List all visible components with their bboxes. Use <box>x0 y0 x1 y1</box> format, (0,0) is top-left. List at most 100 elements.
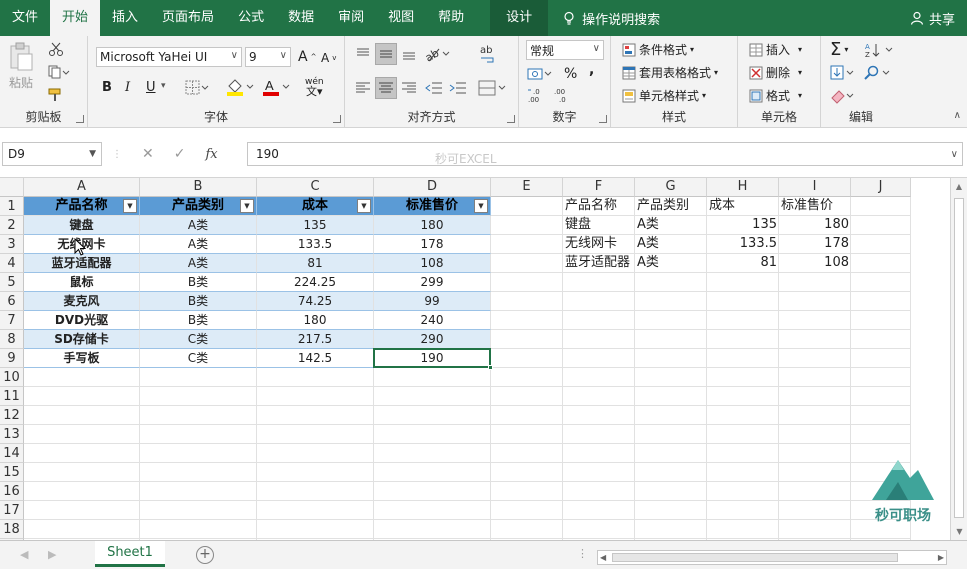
grid-cell[interactable] <box>707 368 779 387</box>
column-header-j[interactable]: J <box>851 178 911 197</box>
grid-cell[interactable] <box>635 501 707 520</box>
paste-button[interactable]: 粘贴 <box>8 42 34 91</box>
grid-cell[interactable] <box>851 216 911 235</box>
grid-cell[interactable] <box>563 368 635 387</box>
grid-cell[interactable] <box>140 520 257 539</box>
filter-dropdown-icon[interactable]: ▼ <box>123 199 137 213</box>
grid-cell[interactable] <box>563 311 635 330</box>
table-cell[interactable]: DVD光驱 <box>24 311 140 330</box>
table-cell[interactable]: 240 <box>374 311 491 330</box>
select-all-corner[interactable] <box>0 178 24 197</box>
accounting-format-icon[interactable] <box>527 66 553 82</box>
row-header-16[interactable]: 16 <box>0 482 24 501</box>
cut-icon[interactable] <box>48 42 64 56</box>
grid-cell[interactable] <box>851 387 911 406</box>
grid-cell[interactable] <box>140 368 257 387</box>
tab-help[interactable]: 帮助 <box>426 0 476 36</box>
grid-cell[interactable] <box>491 520 563 539</box>
grid-cell[interactable] <box>491 216 563 235</box>
grid-cell[interactable] <box>707 463 779 482</box>
row-header-13[interactable]: 13 <box>0 425 24 444</box>
grid-cell[interactable] <box>851 425 911 444</box>
autosum-button[interactable]: Σ ▾ <box>830 39 848 60</box>
grid-cell[interactable] <box>707 501 779 520</box>
italic-button[interactable]: I <box>125 80 130 95</box>
grid-cell[interactable] <box>491 311 563 330</box>
table-cell[interactable]: 麦克风 <box>24 292 140 311</box>
add-sheet-icon[interactable]: + <box>196 546 214 564</box>
grid-cell[interactable] <box>707 349 779 368</box>
table-cell[interactable]: 81 <box>257 254 374 273</box>
decrease-decimal-icon[interactable]: .00.0 <box>553 86 573 104</box>
grid-cell[interactable] <box>851 311 911 330</box>
table-cell[interactable]: A类 <box>140 216 257 235</box>
table-header-cell[interactable]: 产品类别 ▼ <box>140 197 257 216</box>
grid-cell[interactable] <box>635 349 707 368</box>
row-header-10[interactable]: 10 <box>0 368 24 387</box>
table-cell[interactable]: 99 <box>374 292 491 311</box>
grid-cell[interactable] <box>491 444 563 463</box>
insert-function-button[interactable]: fx <box>205 147 217 162</box>
grow-font-button[interactable]: A ^ <box>298 49 316 65</box>
align-center-button[interactable] <box>375 77 397 99</box>
grid-cell[interactable] <box>24 444 140 463</box>
format-cells-button[interactable]: 格式 ▾ <box>749 87 802 104</box>
grid-cell[interactable] <box>779 368 851 387</box>
align-right-icon[interactable] <box>401 81 417 95</box>
column-header-b[interactable]: B <box>140 178 257 197</box>
table-cell[interactable]: B类 <box>140 292 257 311</box>
grid-cell[interactable] <box>24 482 140 501</box>
result-cell[interactable]: 135 <box>709 216 777 235</box>
filter-dropdown-icon[interactable]: ▼ <box>357 199 371 213</box>
grid-cell[interactable] <box>635 482 707 501</box>
grid-cell[interactable] <box>563 444 635 463</box>
shrink-font-button[interactable]: Av <box>321 51 336 65</box>
horizontal-scrollbar[interactable]: ◀ ▶ <box>597 550 947 565</box>
worksheet-grid[interactable]: ABCDEFGHIJ12345678910111213141516171819产… <box>0 178 950 540</box>
grid-cell[interactable] <box>24 501 140 520</box>
grid-cell[interactable] <box>563 520 635 539</box>
result-header-cell[interactable]: 产品类别 <box>637 197 707 216</box>
underline-button[interactable]: U <box>146 80 156 95</box>
result-cell[interactable]: 180 <box>781 216 849 235</box>
grid-cell[interactable] <box>779 463 851 482</box>
grid-cell[interactable] <box>257 387 374 406</box>
font-name-dropdown[interactable]: Microsoft YaHei UI ∨ <box>96 47 242 67</box>
grid-cell[interactable] <box>635 273 707 292</box>
grid-cell[interactable] <box>491 425 563 444</box>
next-sheet-icon[interactable]: ▶ <box>48 548 56 561</box>
table-cell[interactable]: 178 <box>374 235 491 254</box>
grid-cell[interactable] <box>851 254 911 273</box>
row-header-18[interactable]: 18 <box>0 520 24 539</box>
grid-cell[interactable] <box>779 311 851 330</box>
grid-cell[interactable] <box>24 520 140 539</box>
name-box[interactable]: D9 ▼ <box>2 142 102 166</box>
grid-cell[interactable] <box>563 501 635 520</box>
grid-cell[interactable] <box>707 406 779 425</box>
font-size-dropdown[interactable]: 9 ∨ <box>245 47 291 67</box>
column-header-i[interactable]: I <box>779 178 851 197</box>
tab-review[interactable]: 审阅 <box>326 0 376 36</box>
grid-cell[interactable] <box>24 368 140 387</box>
grid-cell[interactable] <box>563 463 635 482</box>
grid-cell[interactable] <box>851 292 911 311</box>
conditional-formatting-button[interactable]: 条件格式 ▾ <box>622 41 694 58</box>
row-header-17[interactable]: 17 <box>0 501 24 520</box>
table-cell[interactable]: 133.5 <box>257 235 374 254</box>
grid-cell[interactable] <box>491 273 563 292</box>
tab-file[interactable]: 文件 <box>0 0 50 36</box>
tab-data[interactable]: 数据 <box>276 0 326 36</box>
grid-cell[interactable] <box>491 368 563 387</box>
grid-cell[interactable] <box>491 463 563 482</box>
table-cell[interactable]: B类 <box>140 273 257 292</box>
grid-cell[interactable] <box>851 330 911 349</box>
grid-cell[interactable] <box>779 292 851 311</box>
row-header-4[interactable]: 4 <box>0 254 24 273</box>
table-cell[interactable]: 键盘 <box>24 216 140 235</box>
wrap-text-icon[interactable]: ab <box>479 44 497 64</box>
table-cell[interactable]: 鼠标 <box>24 273 140 292</box>
result-header-cell[interactable]: 标准售价 <box>781 197 851 216</box>
result-cell[interactable]: A类 <box>637 235 705 254</box>
row-header-5[interactable]: 5 <box>0 273 24 292</box>
column-header-g[interactable]: G <box>635 178 707 197</box>
